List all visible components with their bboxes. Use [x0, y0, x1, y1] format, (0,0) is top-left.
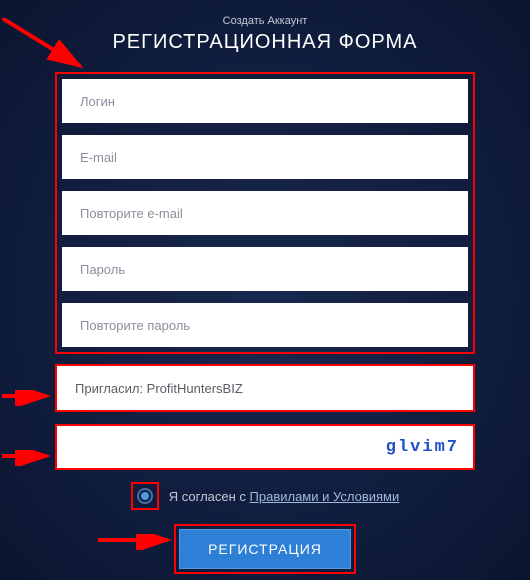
referrer-box: Пригласил: ProfitHuntersBIZ	[55, 364, 475, 412]
main-fields-group	[55, 72, 475, 354]
agreement-radio-highlight	[131, 482, 159, 510]
submit-highlight: РЕГИСТРАЦИЯ	[174, 524, 356, 574]
agreement-text: Я согласен с Правилами и Условиями	[169, 489, 400, 504]
password-input[interactable]	[62, 247, 468, 291]
agreement-prefix: Я согласен с	[169, 489, 250, 504]
captcha-box[interactable]: glvim7	[55, 424, 475, 470]
referrer-text: Пригласил: ProfitHuntersBIZ	[75, 381, 243, 396]
password-confirm-input[interactable]	[62, 303, 468, 347]
submit-button[interactable]: РЕГИСТРАЦИЯ	[179, 529, 351, 569]
login-input[interactable]	[62, 79, 468, 123]
header-subtitle: Создать Аккаунт	[55, 15, 475, 27]
header-title: РЕГИСТРАЦИОННАЯ ФОРМА	[55, 31, 475, 54]
email-confirm-input[interactable]	[62, 191, 468, 235]
terms-link[interactable]: Правилами и Условиями	[250, 489, 400, 504]
email-input[interactable]	[62, 135, 468, 179]
captcha-code: glvim7	[386, 438, 459, 457]
agreement-radio[interactable]	[137, 488, 153, 504]
agreement-row: Я согласен с Правилами и Условиями	[55, 482, 475, 510]
radio-dot-icon	[141, 492, 149, 500]
